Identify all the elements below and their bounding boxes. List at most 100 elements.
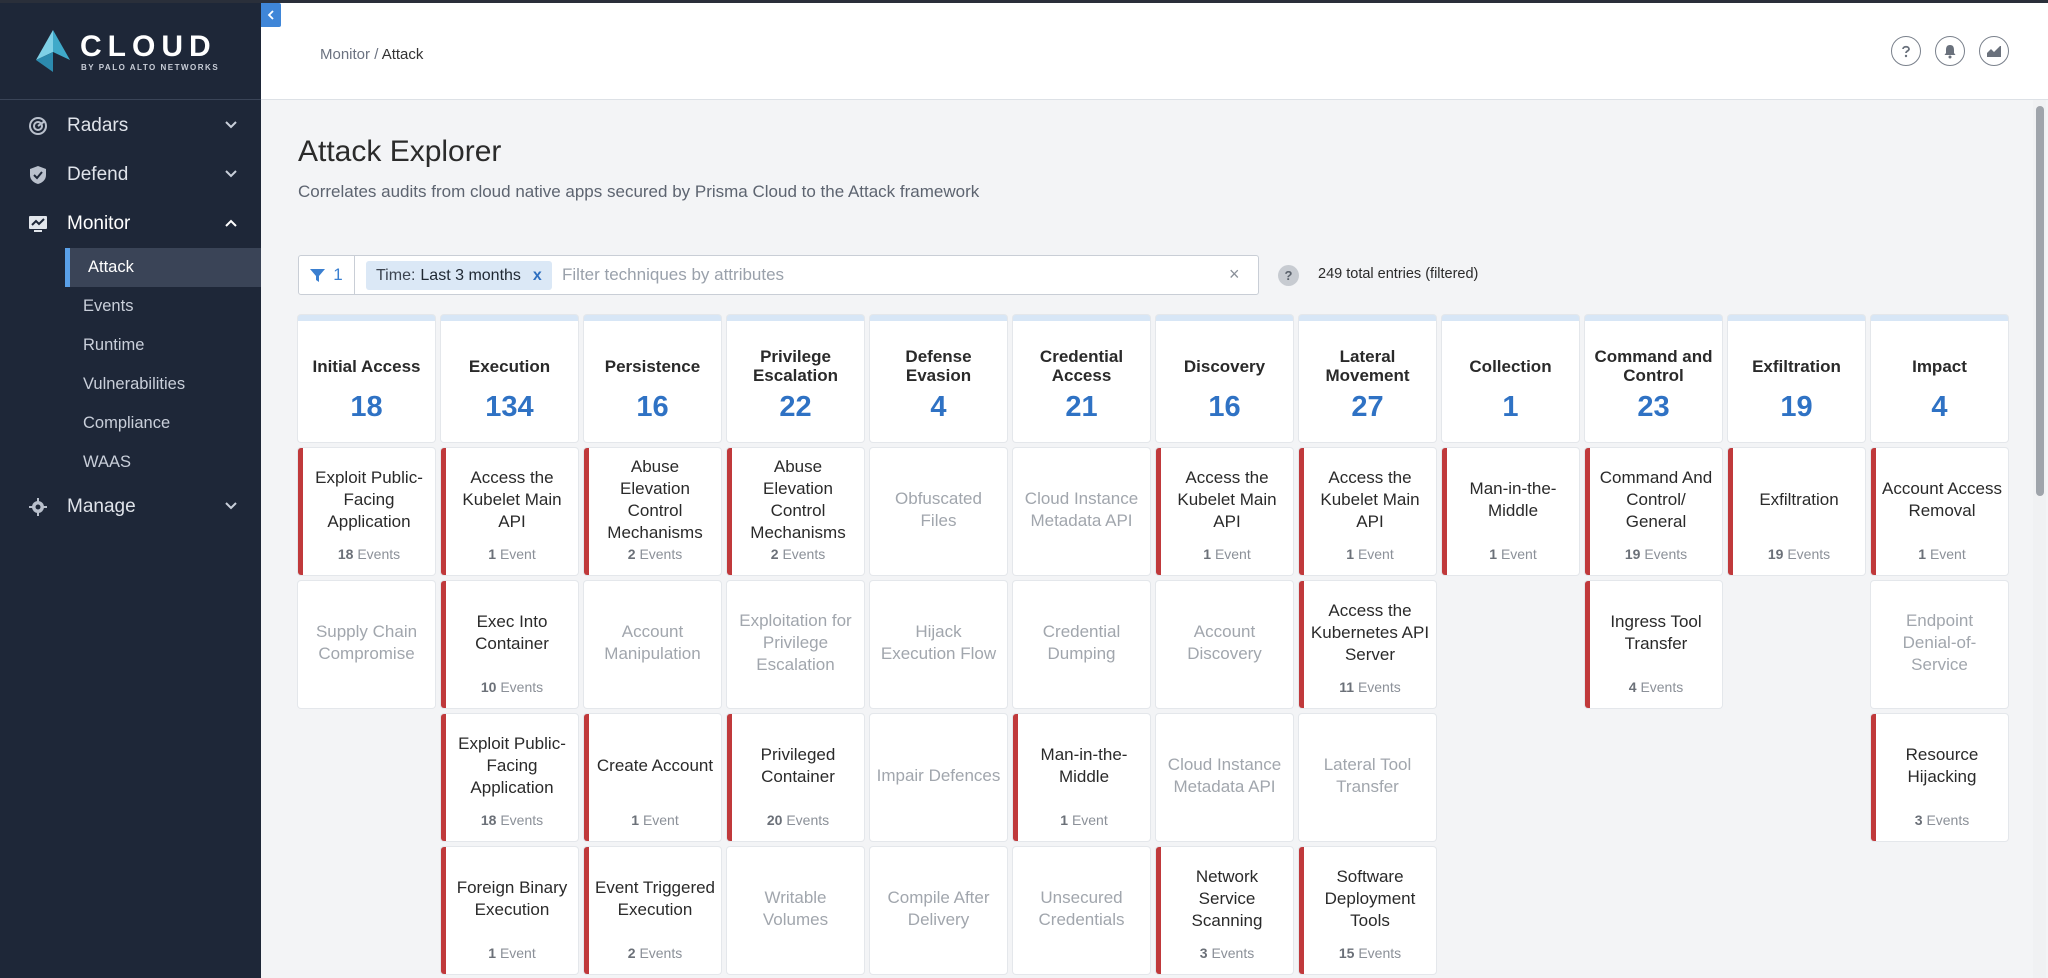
technique-card-cloud-instance-metadata-api[interactable]: Cloud Instance Metadata API xyxy=(1013,448,1150,575)
technique-card-network-service-scanning[interactable]: Network Service Scanning 3 Events xyxy=(1156,847,1293,974)
technique-card-cloud-instance-metadata-api[interactable]: Cloud Instance Metadata API xyxy=(1156,714,1293,841)
technique-title: Network Service Scanning xyxy=(1191,867,1263,930)
event-number: 1 xyxy=(1489,546,1498,562)
technique-card-impair-defences[interactable]: Impair Defences xyxy=(870,714,1007,841)
subnav-attack[interactable]: Attack xyxy=(65,248,261,287)
chip-remove-button[interactable]: x xyxy=(533,267,542,285)
tactic-header[interactable]: Initial Access 18 xyxy=(298,315,435,442)
tactic-header[interactable]: Exfiltration 19 xyxy=(1728,315,1865,442)
filter-input[interactable] xyxy=(562,263,1202,287)
tactic-header[interactable]: Lateral Movement 27 xyxy=(1299,315,1436,442)
subnav-events[interactable]: Events xyxy=(0,287,261,326)
technique-card-exploit-public-facing-application[interactable]: Exploit Public-Facing Application 18 Even… xyxy=(298,448,435,575)
event-number: 18 xyxy=(337,546,354,562)
event-number: 1 xyxy=(488,945,497,961)
notifications-button[interactable] xyxy=(1935,36,1965,66)
technique-card-access-the-kubelet-main-api[interactable]: Access the Kubelet Main API 1 Event xyxy=(1299,448,1436,575)
technique-card-man-in-the-middle[interactable]: Man-in-the-Middle 1 Event xyxy=(1013,714,1150,841)
tactic-count: 1 xyxy=(1502,391,1519,423)
tactic-header[interactable]: Persistence 16 xyxy=(584,315,721,442)
technique-card-create-account[interactable]: Create Account 1 Event xyxy=(584,714,721,841)
tactic-count: 4 xyxy=(1931,391,1948,423)
filter-count-button[interactable]: 1 xyxy=(299,256,355,294)
technique-card-software-deployment-tools[interactable]: Software Deployment Tools 15 Events xyxy=(1299,847,1436,974)
technique-card-access-the-kubelet-main-api[interactable]: Access the Kubelet Main API 1 Event xyxy=(1156,448,1293,575)
nav-radars[interactable]: Radars xyxy=(0,101,261,150)
technique-card-exploitation-for-privilege-escalation[interactable]: Exploitation for Privilege Escalation xyxy=(727,581,864,708)
technique-card-privileged-container[interactable]: Privileged Container 20 Events xyxy=(727,714,864,841)
technique-card-man-in-the-middle[interactable]: Man-in-the-Middle 1 Event xyxy=(1442,448,1579,575)
sidebar: CLOUD BY PALO ALTO NETWORKS Radars Defen… xyxy=(0,0,261,978)
technique-card-command-and-control-general[interactable]: Command And Control/ General 19 Events xyxy=(1585,448,1722,575)
technique-card-obfuscated-files[interactable]: Obfuscated Files xyxy=(870,448,1007,575)
event-number: 19 xyxy=(1767,546,1784,562)
technique-title: Access the Kubelet Main API xyxy=(1320,468,1420,531)
technique-card-account-manipulation[interactable]: Account Manipulation xyxy=(584,581,721,708)
subnav-waas[interactable]: WAAS xyxy=(0,443,261,482)
technique-card-supply-chain-compromise[interactable]: Supply Chain Compromise xyxy=(298,581,435,708)
technique-card-hijack-execution-flow[interactable]: Hijack Execution Flow xyxy=(870,581,1007,708)
stats-button[interactable] xyxy=(1979,36,2009,66)
chevron-down-icon xyxy=(225,502,237,510)
technique-card-access-the-kubernetes-api-server[interactable]: Access the Kubernetes API Server 11 Event… xyxy=(1299,581,1436,708)
nav-manage-label: Manage xyxy=(67,495,136,517)
collapse-sidebar-button[interactable] xyxy=(261,3,281,27)
technique-card-compile-after-delivery[interactable]: Compile After Delivery xyxy=(870,847,1007,974)
technique-card-resource-hijacking[interactable]: Resource Hijacking 3 Events xyxy=(1871,714,2008,841)
help-icon xyxy=(1902,45,1910,58)
breadcrumb-parent[interactable]: Monitor xyxy=(320,46,370,63)
tactic-name: Initial Access xyxy=(312,356,421,376)
tactic-header[interactable]: Discovery 16 xyxy=(1156,315,1293,442)
technique-card-foreign-binary-execution[interactable]: Foreign Binary Execution 1 Event xyxy=(441,847,578,974)
technique-card-exec-into-container[interactable]: Exec Into Container 10 Events xyxy=(441,581,578,708)
tactic-header[interactable]: Impact 4 xyxy=(1871,315,2008,442)
filter-help-icon[interactable]: ? xyxy=(1278,265,1299,286)
technique-card-account-discovery[interactable]: Account Discovery xyxy=(1156,581,1293,708)
event-number: 1 xyxy=(1918,546,1927,562)
tactic-count: 16 xyxy=(1208,391,1241,423)
technique-title: Supply Chain Compromise xyxy=(315,622,418,663)
help-button[interactable] xyxy=(1891,36,1921,66)
event-number: 11 xyxy=(1339,679,1355,695)
technique-card-credential-dumping[interactable]: Credential Dumping xyxy=(1013,581,1150,708)
technique-card-endpoint-denial-of-service[interactable]: Endpoint Denial-of-Service xyxy=(1871,581,2008,708)
tactic-header[interactable]: Execution 134 xyxy=(441,315,578,442)
clear-filter-button[interactable]: × xyxy=(1229,264,1240,285)
nav-manage[interactable]: Manage xyxy=(0,482,261,531)
tactic-header[interactable]: Command and Control 23 xyxy=(1585,315,1722,442)
brand[interactable]: CLOUD BY PALO ALTO NETWORKS xyxy=(0,0,261,100)
technique-card-access-the-kubelet-main-api[interactable]: Access the Kubelet Main API 1 Event xyxy=(441,448,578,575)
event-unit: Event xyxy=(1357,546,1394,562)
subnav-runtime[interactable]: Runtime xyxy=(0,326,261,365)
tactic-header[interactable]: Collection 1 xyxy=(1442,315,1579,442)
technique-title: Unsecured Credentials xyxy=(1038,888,1125,929)
technique-card-writable-volumes[interactable]: Writable Volumes xyxy=(727,847,864,974)
scrollbar-thumb[interactable] xyxy=(2036,106,2044,496)
tactic-name: Persistence xyxy=(604,356,701,376)
technique-event-count: 19 Events xyxy=(1733,546,1865,562)
technique-card-exploit-public-facing-application[interactable]: Exploit Public-Facing Application 18 Even… xyxy=(441,714,578,841)
subnav-compliance[interactable]: Compliance xyxy=(0,404,261,443)
technique-card-event-triggered-execution[interactable]: Event Triggered Execution 2 Events xyxy=(584,847,721,974)
attack-matrix: Initial Access 18 Exploit Public-Facing Ap… xyxy=(298,315,2048,978)
technique-card-exfiltration[interactable]: Exfiltration 19 Events xyxy=(1728,448,1865,575)
nav-monitor[interactable]: Monitor xyxy=(0,199,261,248)
technique-card-lateral-tool-transfer[interactable]: Lateral Tool Transfer xyxy=(1299,714,1436,841)
technique-card-unsecured-credentials[interactable]: Unsecured Credentials xyxy=(1013,847,1150,974)
tactic-count: 4 xyxy=(930,391,947,423)
tactic-header[interactable]: Credential Access 21 xyxy=(1013,315,1150,442)
subnav-vulnerabilities[interactable]: Vulnerabilities xyxy=(0,365,261,404)
tactic-header[interactable]: Defense Evasion 4 xyxy=(870,315,1007,442)
time-filter-chip[interactable]: Time: Last 3 months x xyxy=(366,261,552,290)
technique-card-ingress-tool-transfer[interactable]: Ingress Tool Transfer 4 Events xyxy=(1585,581,1722,708)
technique-card-abuse-elevation-control-mechanisms[interactable]: Abuse Elevation Control Mechanisms 2 Even… xyxy=(584,448,721,575)
technique-card-abuse-elevation-control-mechanisms[interactable]: Abuse Elevation Control Mechanisms 2 Even… xyxy=(727,448,864,575)
technique-title: Account Discovery xyxy=(1187,622,1262,663)
nav-defend[interactable]: Defend xyxy=(0,150,261,199)
tactic-header[interactable]: Privilege Escalation 22 xyxy=(727,315,864,442)
technique-event-count: 20 Events xyxy=(732,812,864,828)
technique-title: Credential Dumping xyxy=(1042,622,1121,663)
technique-event-count: 10 Events xyxy=(446,679,578,695)
technique-card-account-access-removal[interactable]: Account Access Removal 1 Event xyxy=(1871,448,2008,575)
radar-icon xyxy=(29,117,47,135)
